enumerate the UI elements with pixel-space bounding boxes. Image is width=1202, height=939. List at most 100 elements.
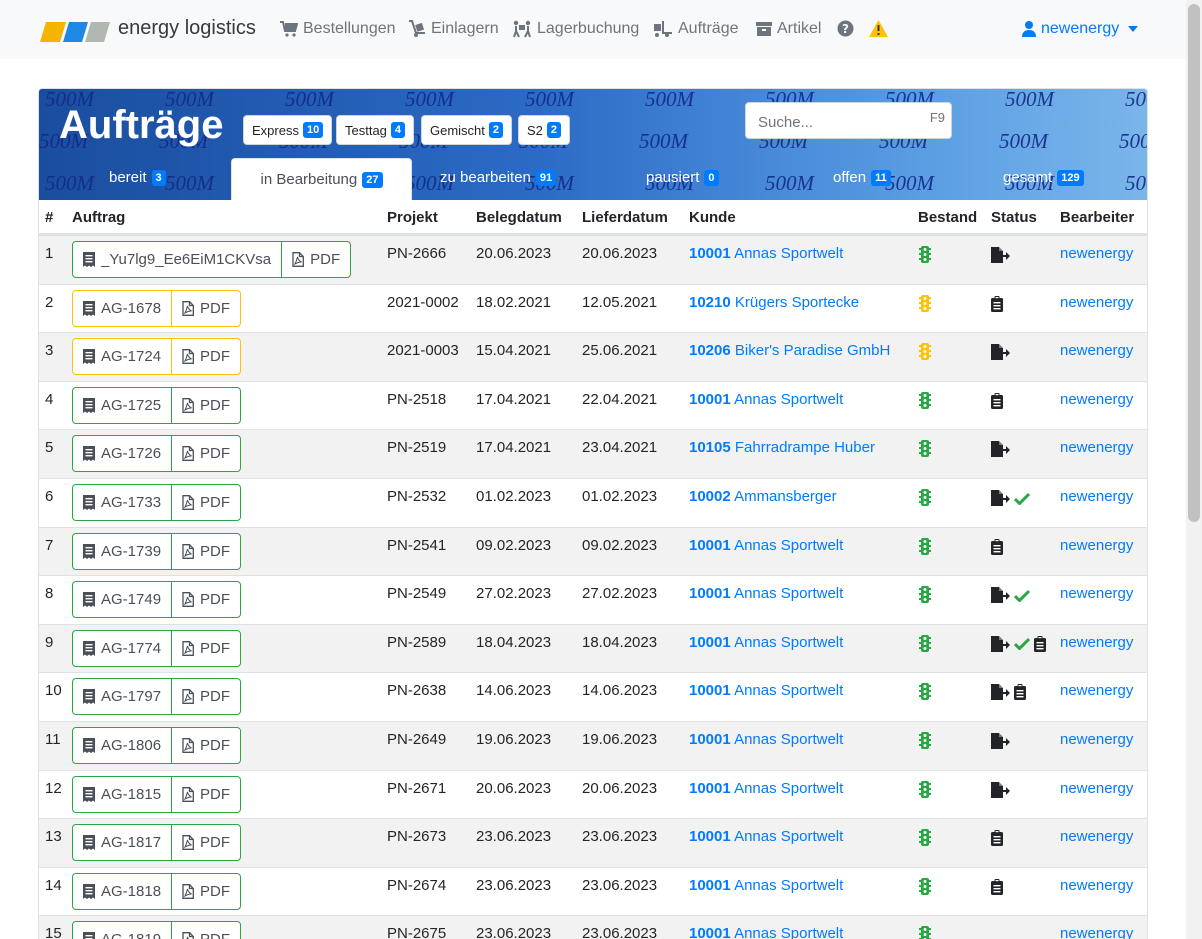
assignee-link[interactable]: newenergy [1060,537,1133,554]
customer-link[interactable]: 10210 Krügers Sportecke [689,294,859,311]
pdf-button[interactable]: PDF [172,388,240,423]
customer-link[interactable]: 10001 Annas Sportwelt [689,391,843,408]
customer-link[interactable]: 10002 Ammansberger [689,488,837,505]
order-number: AG-1774 [101,639,162,657]
filter-gemischt-button[interactable]: Gemischt 2 [421,115,513,145]
stock-indicator [919,391,931,413]
assignee-link[interactable]: newenergy [1060,585,1133,602]
order-number: _Yu7lg9_Ee6EiM1CKVsa [101,251,272,268]
assignee-link[interactable]: newenergy [1060,391,1133,408]
pdf-button[interactable]: PDF [172,534,240,569]
assignee-link[interactable]: newenergy [1060,877,1133,894]
status-icons [991,247,1010,263]
customer-link[interactable]: 10105 Fahrradrampe Huber [689,439,875,456]
project-cell: PN-2532 [387,488,447,505]
pdf-button[interactable]: PDF [172,485,240,520]
order-button[interactable]: AG-1815 [73,776,173,812]
order-button[interactable]: AG-1724 [73,339,173,375]
assignee-link[interactable]: newenergy [1060,439,1133,456]
nav-auftraege[interactable]: Aufträge [653,20,738,38]
nav-lagerbuchung[interactable]: Lagerbuchung [512,20,639,38]
order-button[interactable]: AG-1733 [73,485,173,520]
customer-link[interactable]: 10206 Biker's Paradise GmbH [689,342,890,359]
pdf-button[interactable]: PDF [172,922,240,939]
file-pdf-icon [182,397,194,413]
pdf-button[interactable]: PDF [172,825,240,860]
tab-in-bearbeitung[interactable]: in Bearbeitung 27 [231,158,412,200]
file-pdf-icon [182,495,194,510]
assignee-link[interactable]: newenergy [1060,245,1133,262]
nav-einlagern[interactable]: Einlagern [408,20,499,38]
customer-link[interactable]: 10001 Annas Sportwelt [689,877,843,894]
customer-link[interactable]: 10001 Annas Sportwelt [689,731,843,748]
nav-warning[interactable] [869,20,888,37]
assignee-link[interactable]: newenergy [1060,828,1133,845]
pdf-button[interactable]: PDF [172,291,240,326]
search-input[interactable]: Suche... F9 [745,102,952,139]
brand-name[interactable]: energy logistics [118,17,256,40]
customer-link[interactable]: 10001 Annas Sportwelt [689,828,843,845]
pdf-button[interactable]: PDF [172,874,240,909]
nav-help[interactable]: ? [837,20,854,37]
filter-s2-button[interactable]: S2 2 [518,115,571,145]
order-button[interactable]: AG-1797 [73,679,173,715]
order-button-group: AG-1774 PDF [72,629,242,667]
order-button[interactable]: _Yu7lg9_Ee6EiM1CKVsa [73,242,283,277]
tab-offen[interactable]: offen 11 [833,169,891,186]
belegdatum-cell: 17.04.2021 [476,439,552,457]
assignee-link[interactable]: newenergy [1060,925,1133,939]
receipt-icon [83,543,95,559]
assignee-link[interactable]: newenergy [1060,488,1133,505]
tab-bereit[interactable]: bereit 3 [109,169,166,186]
tab-pausiert[interactable]: pausiert 0 [646,169,719,186]
watermark-text: 500M [165,171,214,195]
customer-link[interactable]: 10001 Annas Sportwelt [689,537,843,554]
assignee-link[interactable]: newenergy [1060,780,1133,797]
pdf-button[interactable]: PDF [172,679,240,714]
pdf-button[interactable]: PDF [172,582,240,617]
customer-link[interactable]: 10001 Annas Sportwelt [689,634,843,651]
belegdatum-cell: 15.04.2021 [476,342,552,360]
scroll-thumb[interactable] [1188,4,1200,522]
assignee-link[interactable]: newenergy [1060,682,1133,699]
order-button[interactable]: AG-1818 [73,873,173,909]
pdf-button[interactable]: PDF [172,777,240,812]
nav-bestellungen[interactable]: Bestellungen [280,20,396,38]
customer-name: Fahrradrampe Huber [734,439,875,457]
assignee-link[interactable]: newenergy [1060,634,1133,651]
order-button[interactable]: AG-1726 [73,436,173,472]
traffic-light-icon [919,829,931,847]
nav-artikel[interactable]: Artikel [756,20,821,38]
filter-testtag-button[interactable]: Testtag 4 [336,115,415,145]
order-button[interactable]: AG-1774 [73,630,173,666]
assignee-link[interactable]: newenergy [1060,731,1133,748]
order-button[interactable]: AG-1806 [73,728,173,763]
customer-link[interactable]: 10001 Annas Sportwelt [689,585,843,602]
tab-zu-bearbeiten[interactable]: zu bearbeiten 91 [440,169,557,186]
pdf-button[interactable]: PDF [172,728,240,763]
pdf-button[interactable]: PDF [172,631,240,666]
pdf-button[interactable]: PDF [172,339,240,374]
lieferdatum-cell: 23.06.2023 [582,828,658,846]
customer-link[interactable]: 10001 Annas Sportwelt [689,925,843,939]
user-menu[interactable]: newenergy [1022,20,1139,38]
assignee-link[interactable]: newenergy [1060,342,1133,359]
pdf-button[interactable]: PDF [172,436,240,471]
scrollbar[interactable] [1186,0,1202,939]
pdf-button[interactable]: PDF [282,242,350,277]
customer-link[interactable]: 10001 Annas Sportwelt [689,682,843,699]
order-button[interactable]: AG-1749 [73,582,173,618]
filter-express-button[interactable]: Express 10 [243,115,333,145]
tab-gesamt[interactable]: gesamt 129 [1003,169,1084,186]
order-button[interactable]: AG-1817 [73,825,173,861]
order-button[interactable]: AG-1819 [73,922,173,939]
file-pdf-icon [182,689,194,705]
order-button[interactable]: AG-1678 [73,290,173,326]
order-button[interactable]: AG-1739 [73,533,173,569]
pdf-label: PDF [200,688,231,706]
order-button[interactable]: AG-1725 [73,387,173,423]
customer-link[interactable]: 10001 Annas Sportwelt [689,780,843,797]
customer-link[interactable]: 10001 Annas Sportwelt [689,245,843,262]
brand-logo-icon[interactable] [40,22,110,42]
assignee-link[interactable]: newenergy [1060,294,1133,311]
